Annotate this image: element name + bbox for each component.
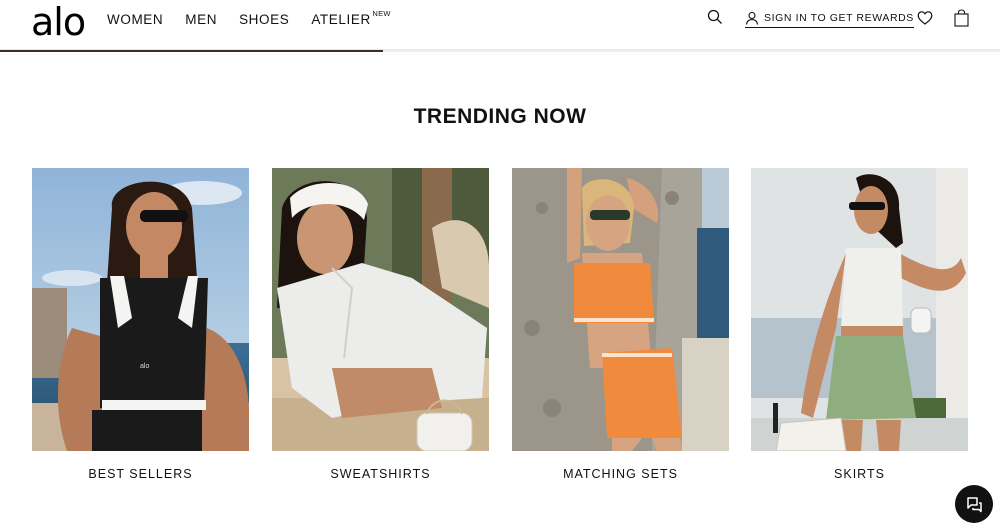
bag-icon[interactable] (954, 9, 969, 27)
card-label-matching-sets[interactable]: MATCHING SETS (512, 467, 729, 481)
category-card-matching-sets[interactable] (512, 168, 729, 451)
nav-item-label: MEN (185, 12, 218, 27)
nav-item-shoes[interactable]: SHOES (239, 12, 289, 28)
card-label-best-sellers[interactable]: BEST SELLERS (32, 467, 249, 481)
main-nav: WOMEN MEN SHOES ATELIER NEW (107, 9, 393, 28)
chat-button[interactable] (955, 485, 993, 523)
new-badge: NEW (372, 9, 391, 18)
product-image[interactable] (512, 168, 729, 451)
product-image[interactable] (751, 168, 968, 451)
nav-item-atelier[interactable]: ATELIER NEW (311, 9, 390, 28)
nav-item-label: SHOES (239, 12, 290, 27)
hero-image-edge (0, 50, 1000, 52)
product-image[interactable]: alo (32, 168, 249, 451)
svg-text:alo: alo (140, 363, 149, 370)
section-title: TRENDING NOW (413, 105, 587, 128)
signin-label: SIGN IN TO GET REWARDS (764, 11, 914, 24)
brand-logo[interactable]: alo (31, 2, 86, 42)
heart-icon[interactable] (917, 10, 933, 26)
chat-icon (967, 497, 982, 513)
category-card-sweatshirts[interactable] (272, 168, 489, 451)
site-header: alo WOMEN MEN SHOES ATELIER NEW SIGN IN … (0, 0, 1000, 50)
signin-rewards-link[interactable]: SIGN IN TO GET REWARDS (745, 10, 914, 28)
card-label-sweatshirts[interactable]: SWEATSHIRTS (272, 467, 489, 481)
nav-item-men[interactable]: MEN (185, 12, 217, 28)
card-label-skirts[interactable]: SKIRTS (751, 467, 968, 481)
nav-item-label: ATELIER (311, 12, 371, 27)
user-icon (745, 11, 759, 25)
category-card-best-sellers[interactable]: alo (32, 168, 249, 451)
product-image[interactable] (272, 168, 489, 451)
category-card-skirts[interactable] (751, 168, 968, 451)
nav-item-label: WOMEN (107, 12, 164, 27)
nav-item-women[interactable]: WOMEN (107, 12, 163, 28)
search-icon[interactable] (707, 9, 723, 25)
